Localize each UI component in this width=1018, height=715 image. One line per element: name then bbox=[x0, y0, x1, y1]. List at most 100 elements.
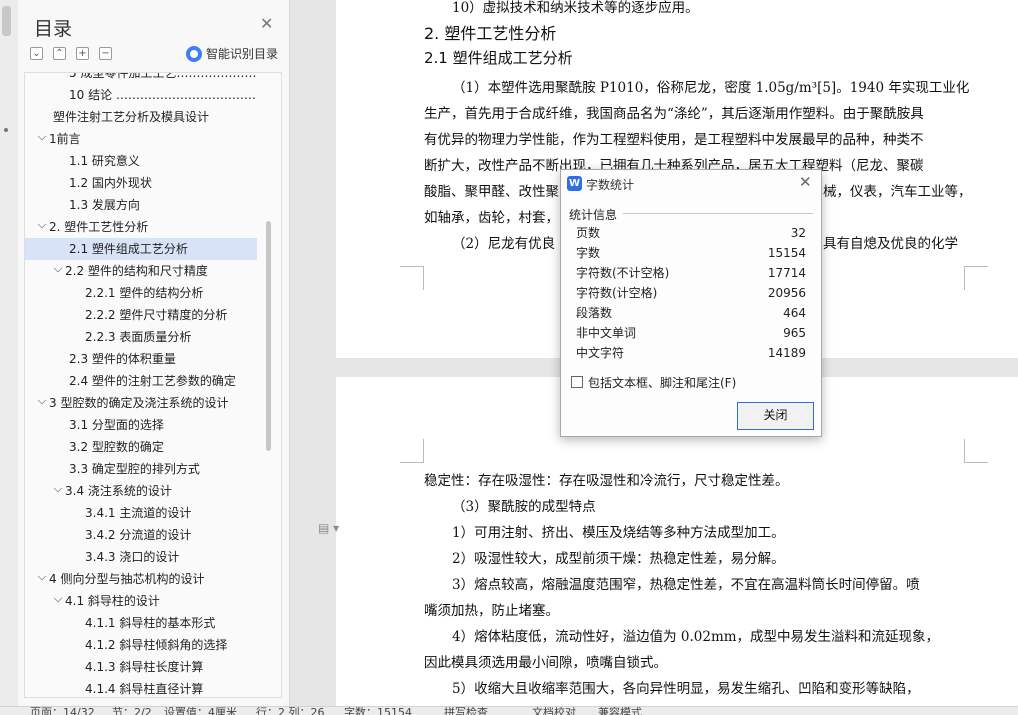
toc-item[interactable]: 4.1.3 斜导柱长度计算 bbox=[25, 656, 257, 678]
stat-row: 中文字符 14189 bbox=[576, 343, 806, 363]
toc-item-label: 2.3 塑件的体积重量 bbox=[69, 352, 176, 366]
remove-heading-icon[interactable]: − bbox=[99, 47, 112, 60]
status-word-count[interactable]: 字数：15154 bbox=[344, 707, 412, 715]
stat-label: 段落数 bbox=[576, 306, 613, 320]
toc-item[interactable]: 1前言 bbox=[25, 128, 257, 150]
toc-item[interactable]: 3.4.2 分流道的设计 bbox=[25, 524, 257, 546]
stat-label: 中文字符 bbox=[576, 346, 625, 360]
stat-label: 字符数(不计空格) bbox=[576, 266, 670, 280]
toc-item[interactable]: 1.2 国内外现状 bbox=[25, 172, 257, 194]
toc-item-label: 1.3 发展方向 bbox=[69, 198, 140, 212]
dialog-titlebar[interactable]: W 字数统计 ✕ bbox=[561, 170, 821, 198]
stat-value: 32 bbox=[790, 226, 806, 240]
chevron-down-icon[interactable] bbox=[53, 483, 63, 493]
toc-item-label: 3.4.3 浇口的设计 bbox=[85, 550, 180, 564]
stat-row: 页数 32 bbox=[576, 223, 806, 243]
add-heading-icon[interactable]: + bbox=[76, 47, 89, 60]
stat-label: 字数 bbox=[576, 246, 601, 260]
status-section: 节：2/2 bbox=[112, 706, 152, 715]
toc-item[interactable]: 2.1 塑件组成工艺分析 bbox=[25, 238, 257, 260]
doc-para-line: 3）熔点较高，熔融温度范围窄，热稳定性差，不宜在高温料筒长时间停留。喷 bbox=[452, 577, 920, 593]
toc-item[interactable]: 1.3 发展方向 bbox=[25, 194, 257, 216]
chevron-down-icon[interactable] bbox=[53, 593, 63, 603]
toc-item[interactable]: 2.3 塑件的体积重量 bbox=[25, 348, 257, 370]
nav-close-icon[interactable]: ✕ bbox=[260, 14, 273, 33]
chevron-down-icon[interactable] bbox=[37, 131, 47, 141]
status-spell-check[interactable]: 拼写检查 bbox=[444, 707, 488, 715]
toc-item-label: 4.1.3 斜导柱长度计算 bbox=[85, 660, 204, 674]
stat-label: 页数 bbox=[576, 226, 601, 240]
stat-row: 字符数(不计空格) 17714 bbox=[576, 263, 806, 283]
stat-row: 字数 15154 bbox=[576, 243, 806, 263]
doc-para-line: 4）熔体粘度低，流动性好，溢边值为 0.02mm，成型中易发生溢料和流延现象， bbox=[452, 629, 940, 645]
toc-item[interactable]: 塑件注射工艺分析及模具设计 bbox=[25, 106, 257, 128]
toc-item[interactable]: 1.1 研究意义 bbox=[25, 150, 257, 172]
paragraph-marker-icon[interactable]: ▤ ▾ bbox=[318, 521, 339, 535]
doc-para-line: 因此模具须选用最小间隙，喷嘴自锁式。 bbox=[424, 655, 667, 671]
toc-item[interactable]: 2.2.3 表面质量分析 bbox=[25, 326, 257, 348]
stat-value: 14189 bbox=[767, 346, 806, 360]
status-page[interactable]: 页面：14/32 bbox=[30, 707, 95, 715]
toc-item[interactable]: 3.4.3 浇口的设计 bbox=[25, 546, 257, 568]
include-textbox-checkbox[interactable] bbox=[571, 376, 583, 388]
toc-item[interactable]: 4.1.1 斜导柱的基本形式 bbox=[25, 612, 257, 634]
toc-item[interactable]: 2.4 塑件的注射工艺参数的确定 bbox=[25, 370, 257, 392]
include-textbox-label[interactable]: 包括文本框、脚注和尾注(F) bbox=[588, 374, 736, 391]
toc-item-label: 3.4 浇注系统的设计 bbox=[65, 484, 172, 498]
dialog-close-icon[interactable]: ✕ bbox=[799, 173, 812, 191]
doc-heading-2: 2. 塑件工艺性分析 bbox=[424, 24, 557, 43]
chevron-down-icon[interactable] bbox=[37, 219, 47, 229]
toc-tree: 5 成型零件加工工艺…………………… 10 结论 ……………………………… 塑件注射… bbox=[24, 72, 282, 698]
toc-item[interactable]: 2.2 塑件的结构和尺寸精度 bbox=[25, 260, 257, 282]
toc-item[interactable]: 2.2.2 塑件尺寸精度的分析 bbox=[25, 304, 257, 326]
toc-item[interactable]: 3.2 型腔数的确定 bbox=[25, 436, 257, 458]
toc-item-label: 2.2 塑件的结构和尺寸精度 bbox=[65, 264, 208, 278]
toc-item[interactable]: 4.1.4 斜导柱直径计算 bbox=[25, 678, 257, 697]
toc-item[interactable]: 3.3 确定型腔的排列方式 bbox=[25, 458, 257, 480]
toc-item[interactable]: 3.1 分型面的选择 bbox=[25, 414, 257, 436]
status-proofread[interactable]: 文档校对 bbox=[532, 707, 576, 715]
toc-item-label: 3.4.2 分流道的设计 bbox=[85, 528, 192, 542]
toc-item-label: 5 成型零件加工工艺…………………… bbox=[69, 72, 257, 80]
toc-item-label: 2.2.1 塑件的结构分析 bbox=[85, 286, 204, 300]
toc-item-label: 3.3 确定型腔的排列方式 bbox=[69, 462, 200, 476]
toc-item[interactable]: 3.4.1 主流道的设计 bbox=[25, 502, 257, 524]
doc-para-line: 生产，首先用于合成纤维，我国商品名为“涤纶”，其后逐渐用作塑料。由于聚酰胺具 bbox=[424, 106, 924, 122]
chevron-down-icon[interactable] bbox=[53, 263, 63, 273]
toc-item[interactable]: 4.1.2 斜导柱倾斜角的选择 bbox=[25, 634, 257, 656]
wps-logo-icon: W bbox=[567, 176, 582, 191]
toc-item[interactable]: 2. 塑件工艺性分析 bbox=[25, 216, 257, 238]
toc-item[interactable]: 2.2.1 塑件的结构分析 bbox=[25, 282, 257, 304]
crop-mark-tl bbox=[400, 439, 424, 463]
close-button[interactable]: 关闭 bbox=[737, 402, 814, 430]
toc-item-label: 塑件注射工艺分析及模具设计 bbox=[53, 110, 210, 124]
crop-mark-br bbox=[964, 266, 988, 290]
chevron-down-icon[interactable] bbox=[37, 571, 47, 581]
status-compat-mode: 兼容模式 bbox=[598, 706, 642, 715]
toc-item[interactable]: 5 成型零件加工工艺…………………… bbox=[25, 72, 257, 84]
stat-value: 15154 bbox=[767, 246, 806, 260]
toc-item-label: 1前言 bbox=[49, 132, 81, 146]
toc-item-label: 4.1.4 斜导柱直径计算 bbox=[85, 682, 204, 696]
stat-value: 17714 bbox=[767, 266, 806, 280]
toc-item-label: 4.1.1 斜导柱的基本形式 bbox=[85, 616, 216, 630]
stat-label: 字符数(计空格) bbox=[576, 286, 658, 300]
toc-item[interactable]: 4.1 斜导柱的设计 bbox=[25, 590, 257, 612]
toc-item-label: 3.1 分型面的选择 bbox=[69, 418, 164, 432]
toc-item[interactable]: 10 结论 ……………………………… bbox=[25, 84, 257, 106]
chevron-down-icon[interactable] bbox=[37, 395, 47, 405]
collapse-all-icon[interactable]: ⌄ bbox=[30, 47, 43, 60]
toc-item[interactable]: 4 侧向分型与抽芯机构的设计 bbox=[25, 568, 257, 590]
doc-para-line: （1）本塑件选用聚酰胺 P1010，俗称尼龙，密度 1.05g/m³[5]。19… bbox=[452, 80, 970, 96]
expand-up-icon[interactable]: ⌃ bbox=[53, 47, 66, 60]
toc-item[interactable]: 3 型腔数的确定及浇注系统的设计 bbox=[25, 392, 257, 414]
gutter-tab[interactable] bbox=[2, 6, 11, 36]
smart-toc-button[interactable]: 智能识别目录 bbox=[186, 45, 278, 62]
stat-value: 464 bbox=[783, 306, 806, 320]
toc-item[interactable]: 3.4 浇注系统的设计 bbox=[25, 480, 257, 502]
toc-scrollbar[interactable] bbox=[266, 221, 271, 451]
status-bar: 页面：14/32 节：2/2 设置值：4厘米 行：2 列：26 字数：15154… bbox=[0, 706, 1018, 715]
left-gutter bbox=[0, 0, 18, 706]
group-divider bbox=[623, 213, 813, 214]
stats-group-label: 统计信息 bbox=[569, 208, 618, 222]
